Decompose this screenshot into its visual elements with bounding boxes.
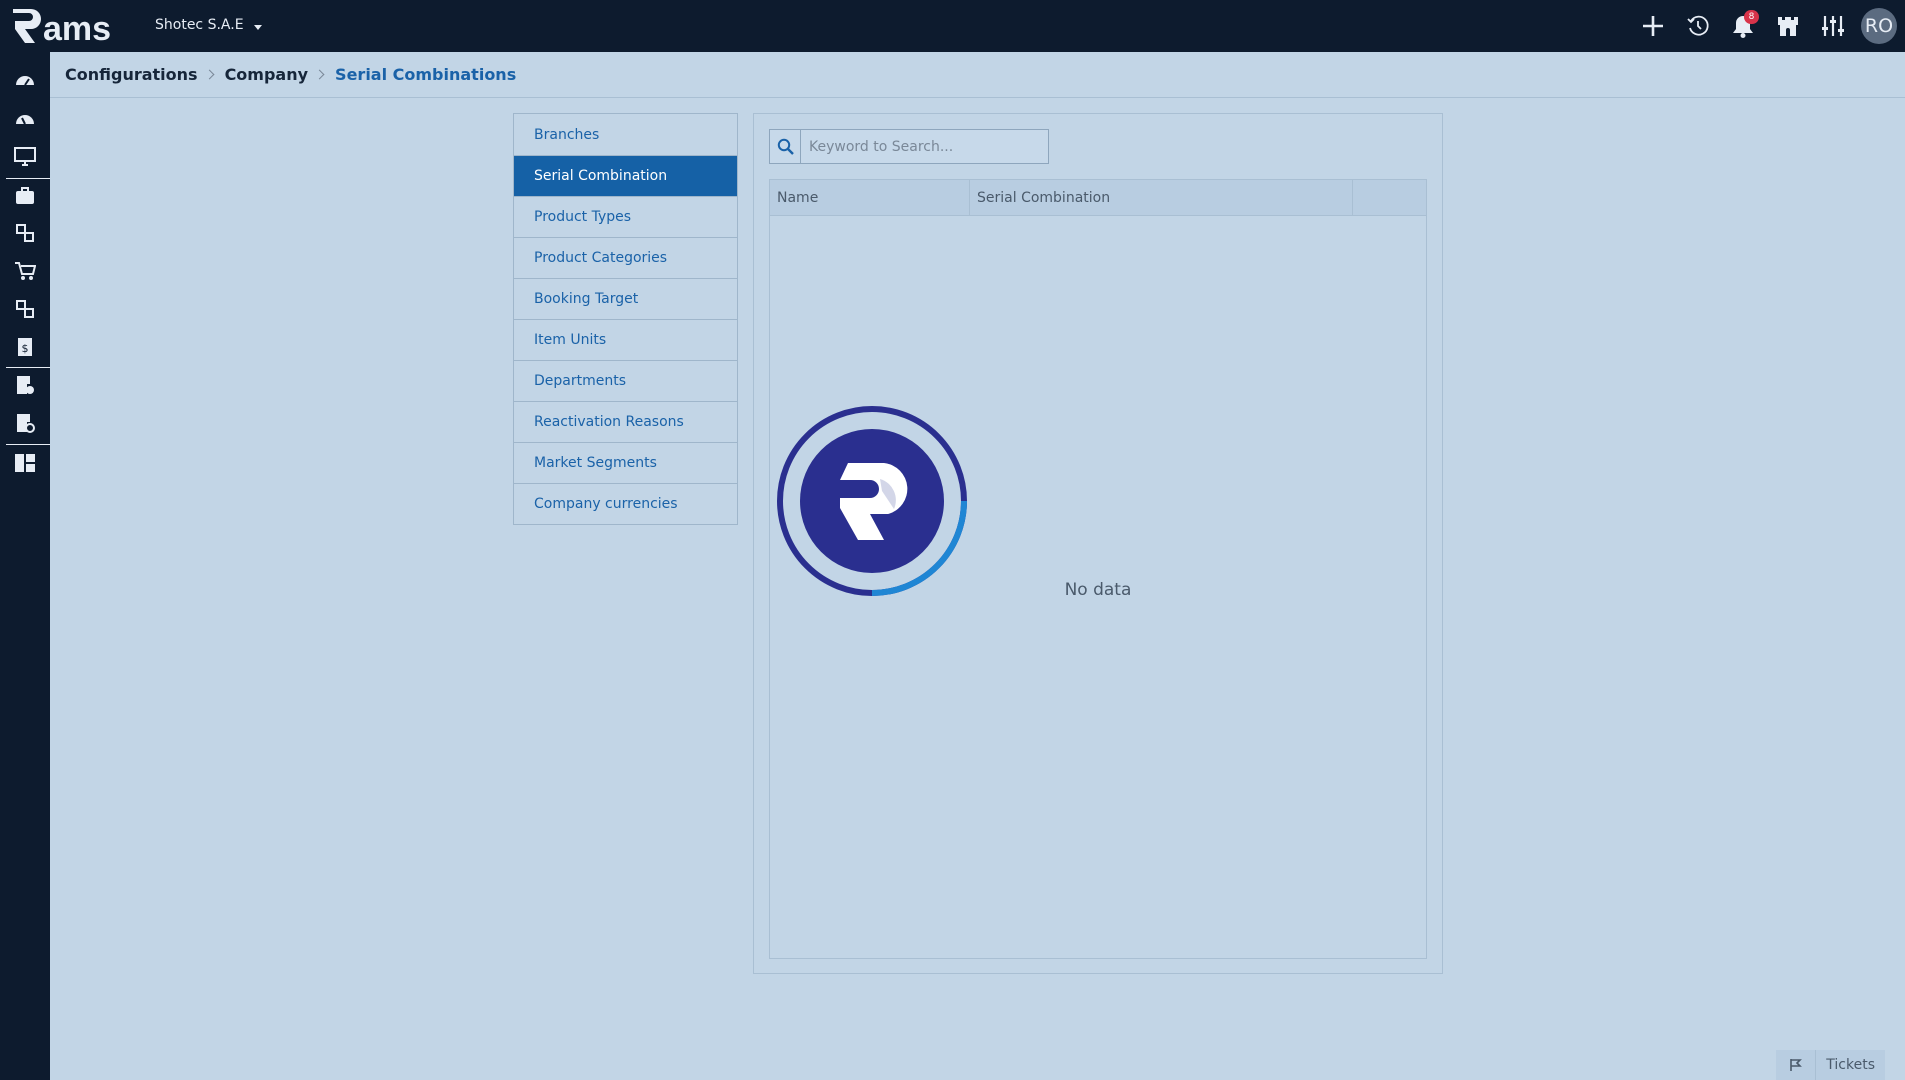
castle-icon: [1777, 17, 1798, 36]
app-logo[interactable]: ams: [10, 4, 130, 48]
svg-text:ams: ams: [43, 10, 111, 47]
menu-item-departments[interactable]: Departments: [514, 360, 737, 401]
report-settings-icon: [17, 414, 35, 433]
history-icon: [1686, 15, 1709, 36]
plus-icon: [1642, 16, 1663, 36]
top-actions: 8 RO: [1630, 0, 1905, 52]
modules-icon: [16, 224, 34, 242]
avatar-initials: RO: [1864, 15, 1894, 37]
tickets-button[interactable]: Tickets: [1776, 1050, 1885, 1080]
history-button[interactable]: [1675, 0, 1720, 52]
chevron-right-icon: [204, 69, 215, 80]
menu-item-market-segments[interactable]: Market Segments: [514, 442, 737, 483]
report-check-icon: [17, 376, 34, 394]
sidebar-item-modules-alt[interactable]: [0, 292, 50, 326]
invoice-icon: $: [18, 338, 32, 356]
breadcrumb-serial-combinations: Serial Combinations: [335, 65, 517, 84]
chevron-down-icon: [253, 24, 262, 30]
company-selector-value: Shotec S.A.E: [155, 17, 244, 33]
column-header-name[interactable]: Name: [770, 180, 970, 215]
menu-item-booking-target[interactable]: Booking Target: [514, 278, 737, 319]
sidebar-item-dashboard-alt[interactable]: [0, 102, 50, 136]
flag-icon: [1776, 1050, 1817, 1080]
sidebar: $: [0, 52, 50, 1080]
menu-item-product-categories[interactable]: Product Categories: [514, 237, 737, 278]
breadcrumb-company[interactable]: Company: [225, 65, 308, 84]
modules-alt-icon: [16, 300, 34, 318]
sidebar-divider: [6, 444, 50, 445]
search-input[interactable]: [801, 130, 1048, 163]
castle-button[interactable]: [1765, 0, 1810, 52]
search-button[interactable]: [770, 130, 801, 163]
search-icon: [777, 138, 794, 155]
tickets-label: Tickets: [1826, 1057, 1875, 1073]
sidebar-item-grid-report[interactable]: [0, 446, 50, 480]
grid-report-icon: [15, 454, 35, 472]
settings-button[interactable]: [1810, 0, 1855, 52]
column-header-actions: [1353, 180, 1426, 215]
notifications-button[interactable]: 8: [1720, 0, 1765, 52]
breadcrumb: Configurations Company Serial Combinatio…: [50, 52, 1905, 98]
avatar[interactable]: RO: [1861, 8, 1897, 44]
rams-logo-icon: ams: [13, 9, 111, 47]
sidebar-item-modules[interactable]: [0, 216, 50, 250]
breadcrumb-configurations[interactable]: Configurations: [65, 65, 198, 84]
sidebar-item-report-settings[interactable]: [0, 406, 50, 440]
chevron-right-icon: [314, 69, 325, 80]
sliders-icon: [1821, 16, 1844, 36]
sidebar-item-report-check[interactable]: [0, 368, 50, 402]
column-header-serial-combination[interactable]: Serial Combination: [970, 180, 1353, 215]
menu-item-reactivation-reasons[interactable]: Reactivation Reasons: [514, 401, 737, 442]
dashboard-alt-icon: [16, 115, 34, 125]
menu-item-serial-combination[interactable]: Serial Combination: [514, 155, 737, 196]
loading-spinner: [776, 405, 968, 597]
sidebar-item-cart[interactable]: [0, 254, 50, 288]
search-box: [769, 129, 1049, 164]
settings-menu: Branches Serial Combination Product Type…: [513, 113, 738, 525]
sidebar-item-dashboard[interactable]: [0, 63, 50, 97]
notification-count-badge: 8: [1744, 10, 1759, 24]
briefcase-icon: [16, 187, 34, 204]
table-header: Name Serial Combination: [770, 180, 1426, 216]
sidebar-item-invoice[interactable]: $: [0, 330, 50, 364]
menu-item-company-currencies[interactable]: Company currencies: [514, 483, 737, 524]
menu-item-item-units[interactable]: Item Units: [514, 319, 737, 360]
cart-icon: [15, 262, 36, 280]
sidebar-item-monitor[interactable]: [0, 140, 50, 174]
add-button[interactable]: [1630, 0, 1675, 52]
sidebar-item-briefcase[interactable]: [0, 179, 50, 213]
dashboard-icon: [16, 76, 34, 86]
svg-text:$: $: [22, 342, 29, 355]
menu-item-product-types[interactable]: Product Types: [514, 196, 737, 237]
company-selector[interactable]: Shotec S.A.E: [155, 17, 262, 33]
loader-logo-icon: [777, 406, 967, 596]
menu-item-branches[interactable]: Branches: [514, 114, 737, 155]
monitor-icon: [14, 147, 36, 166]
top-bar: ams Shotec S.A.E 8 RO: [0, 0, 1905, 52]
